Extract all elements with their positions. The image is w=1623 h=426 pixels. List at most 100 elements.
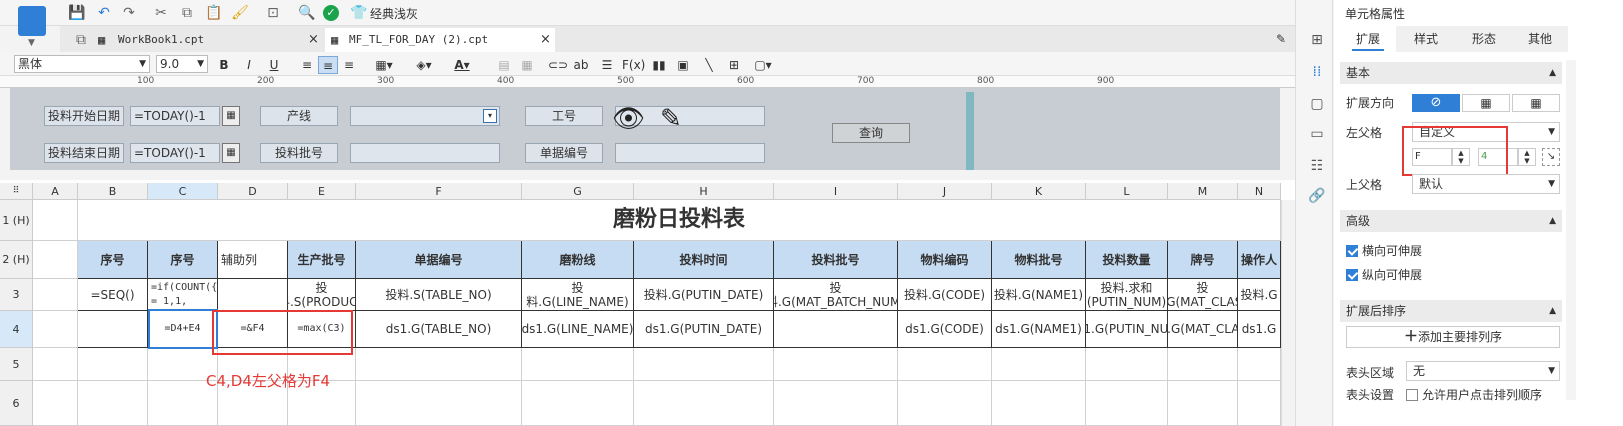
header-cell[interactable]: 投料批号	[774, 241, 898, 279]
data-cell[interactable]: ds1.G(CODE)	[898, 311, 992, 348]
data-cell[interactable]: =SEQ()	[78, 279, 148, 311]
row-header[interactable]: 1 (H)	[0, 200, 33, 241]
header-cell[interactable]: 辅助列	[218, 241, 288, 279]
link-icon[interactable]: ⊂⊃	[548, 56, 568, 74]
data-cell[interactable]: 投料.G(LINE_NAME)	[522, 279, 634, 311]
sheet-cell[interactable]	[522, 381, 634, 426]
line-select[interactable]: ▾	[350, 106, 500, 126]
sheet-cell[interactable]	[634, 381, 774, 426]
vert-expand-checkbox[interactable]: 纵向可伸展	[1346, 266, 1422, 283]
vertical-scrollbar[interactable]	[1281, 200, 1295, 426]
header-cell[interactable]: 投料数量	[1086, 241, 1168, 279]
check-icon[interactable]: ✓	[323, 5, 339, 21]
data-cell[interactable]: ds1.G	[1238, 311, 1281, 348]
sheet-cell[interactable]	[634, 348, 774, 381]
left-parent-row-input[interactable]: 4	[1478, 148, 1518, 166]
tab-style[interactable]: 样式	[1398, 26, 1454, 52]
style-icon[interactable]: 👕	[350, 4, 368, 22]
eye-hidden-icon[interactable]: 👁	[612, 104, 645, 134]
panel-scrollbar[interactable]	[1566, 60, 1576, 400]
sheet-cell[interactable]	[774, 381, 898, 426]
sheet-cell[interactable]	[1238, 381, 1281, 426]
font-size-select[interactable]: 9.0 ▼	[156, 55, 208, 73]
header-cell[interactable]: 序号	[148, 241, 218, 279]
column-header[interactable]: D	[218, 183, 288, 200]
sheet-cell[interactable]	[898, 381, 992, 426]
batch-input[interactable]	[350, 143, 500, 163]
data-cell[interactable]: 投料.G(CODE)	[898, 279, 992, 311]
row-header[interactable]: 2 (H)	[0, 241, 33, 279]
paragraph-icon[interactable]: ☰	[598, 56, 616, 74]
row-header[interactable]: 4	[0, 311, 33, 348]
sheet-cell[interactable]	[1168, 348, 1238, 381]
data-cell[interactable]: 投料.求和(PUTIN_NUM)	[1086, 279, 1168, 311]
undo-icon[interactable]: ↶	[95, 4, 113, 22]
font-color-icon[interactable]: A▾	[448, 56, 476, 74]
sheet-cell[interactable]	[1086, 348, 1168, 381]
column-header[interactable]: F	[356, 183, 522, 200]
tab-list-icon[interactable]: ⧉	[72, 31, 90, 49]
sheet-cell[interactable]	[356, 381, 522, 426]
sheet-cell[interactable]	[33, 348, 78, 381]
data-cell[interactable]: 投料.G(MAT_BATCH_NUM)	[774, 279, 898, 311]
condition-icon[interactable]: ☷	[1304, 156, 1330, 176]
header-cell[interactable]: 投料时间	[634, 241, 774, 279]
start-date-input[interactable]: =TODAY()-1	[130, 106, 220, 126]
data-cell[interactable]	[774, 311, 898, 348]
data-cell[interactable]: 投料.G(PUTIN_DATE)	[634, 279, 774, 311]
copy-icon[interactable]: ⧉	[178, 4, 196, 22]
sheet-cell[interactable]	[1086, 381, 1168, 426]
sheet-cell[interactable]	[33, 279, 78, 311]
align-center-icon[interactable]: ≡	[318, 56, 338, 74]
sheet-cell[interactable]	[898, 348, 992, 381]
sheet-cell[interactable]	[774, 348, 898, 381]
left-parent-col-input[interactable]: F	[1412, 148, 1452, 166]
close-icon[interactable]: ×	[540, 32, 551, 47]
query-button[interactable]: 查询	[832, 123, 910, 143]
pick-cell-icon[interactable]: ↘	[1542, 148, 1560, 166]
align-left-icon[interactable]: ≡	[298, 56, 316, 74]
header-cell[interactable]: 序号	[78, 241, 148, 279]
data-cell[interactable]: ds1.G(PUTIN_NUM)	[1086, 311, 1168, 348]
format-painter-icon[interactable]: 🖌	[231, 4, 249, 22]
column-header[interactable]: J	[898, 183, 992, 200]
sheet-cell[interactable]	[78, 348, 148, 381]
tab-workbook1[interactable]: ▦ WorkBook1.cpt	[94, 28, 316, 52]
data-cell[interactable]: ds1.G(MAT_CLASS)	[1168, 311, 1238, 348]
header-cell[interactable]: 物料批号	[992, 241, 1086, 279]
section-advanced[interactable]: 高级 ▲	[1340, 210, 1562, 232]
save-icon[interactable]: 💾	[68, 4, 86, 22]
cut-icon[interactable]: ✂	[152, 4, 170, 22]
sheet-cell[interactable]	[33, 311, 78, 348]
tab-other[interactable]: 其他	[1512, 26, 1568, 52]
column-header[interactable]: L	[1086, 183, 1168, 200]
italic-button[interactable]: I	[241, 56, 257, 74]
expand-vertical-button[interactable]: ▦	[1462, 94, 1510, 112]
pin-icon[interactable]: ✎	[1276, 32, 1286, 46]
data-cell[interactable]: 投料.S(PRODUCE	[288, 279, 356, 311]
column-header[interactable]: B	[78, 183, 148, 200]
horiz-expand-checkbox[interactable]: 横向可伸展	[1346, 242, 1422, 259]
cell-element-icon[interactable]: ⊞	[1304, 30, 1330, 50]
column-header[interactable]: C	[148, 183, 218, 200]
data-cell[interactable]: ds1.G(LINE_NAME)	[522, 311, 634, 348]
section-basic[interactable]: 基本 ▲	[1340, 62, 1562, 84]
data-cell[interactable]: 投料.S(TABLE_NO)	[356, 279, 522, 311]
column-header[interactable]: N	[1238, 183, 1281, 200]
sheet-cell[interactable]	[992, 381, 1086, 426]
data-cell[interactable]: 投料.G	[1238, 279, 1281, 311]
row-header[interactable]: 5	[0, 348, 33, 381]
end-date-input[interactable]: =TODAY()-1	[130, 143, 220, 163]
expand-horizontal-button[interactable]: ▦	[1512, 94, 1560, 112]
sheet-cell[interactable]	[1168, 381, 1238, 426]
header-cell[interactable]: 单据编号	[356, 241, 522, 279]
allow-click-sort-checkbox[interactable]: 允许用户点击排列顺序	[1406, 386, 1542, 403]
fill-color-icon[interactable]: ◈▾	[410, 56, 438, 74]
data-cell[interactable]: 投料.G(NAME1)	[992, 279, 1086, 311]
add-sort-button[interactable]: ＋添加主要排列序	[1346, 326, 1560, 348]
left-parent-select[interactable]: 自定义 ▼	[1412, 122, 1560, 142]
designer-logo-icon[interactable]	[18, 6, 46, 36]
sheet-cell[interactable]	[522, 348, 634, 381]
doc-no-input[interactable]	[615, 143, 765, 163]
hyperlink-icon[interactable]: 🔗	[1304, 186, 1330, 206]
